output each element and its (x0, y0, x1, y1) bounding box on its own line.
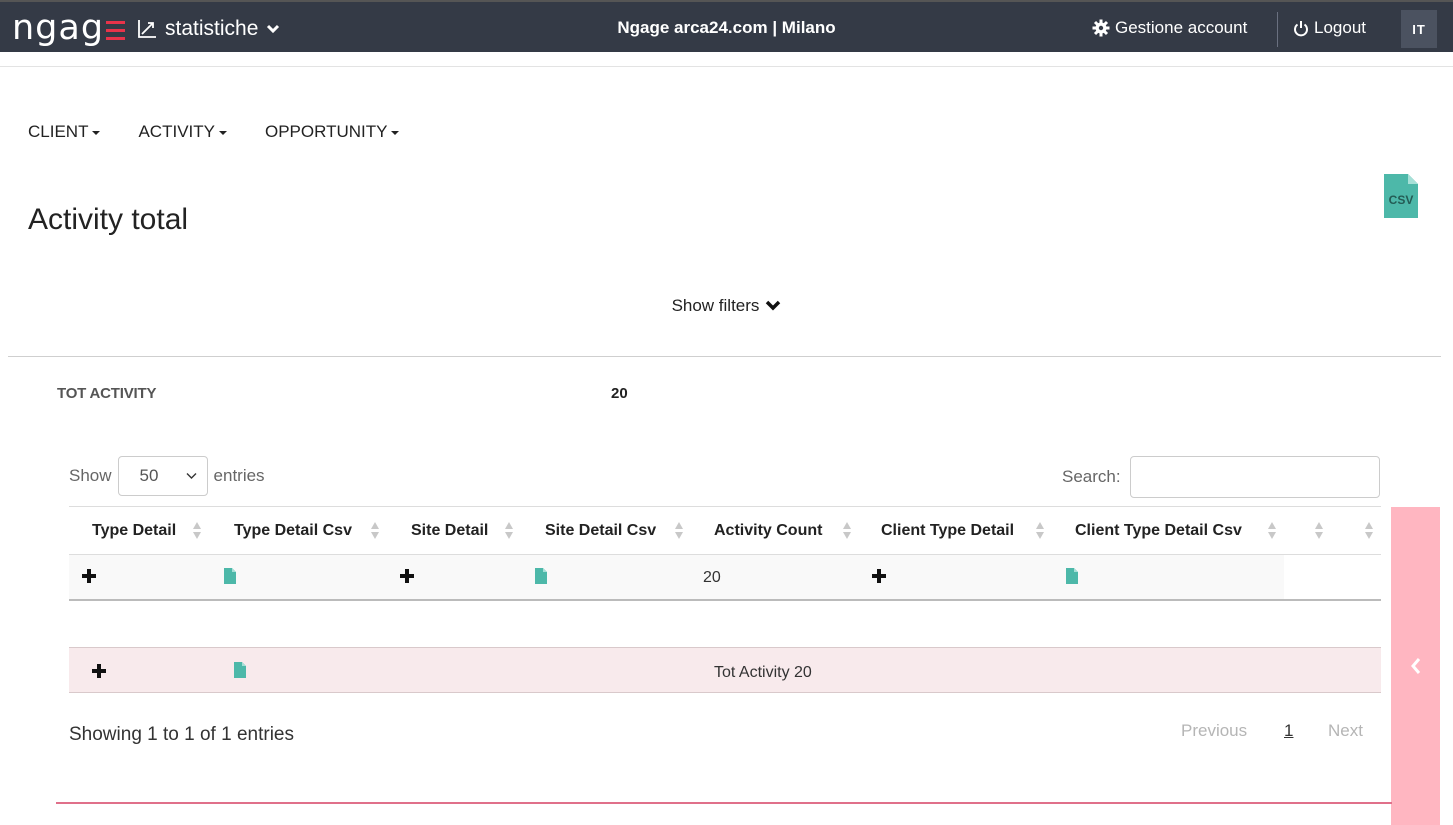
header-divider (0, 66, 1453, 67)
section-selector[interactable]: statistiche (137, 16, 280, 42)
caret-down-icon (218, 131, 227, 135)
account-button[interactable]: Gestione account (1092, 18, 1247, 38)
entries-select[interactable]: 50 (117, 456, 208, 496)
csv-export-icon[interactable]: CSV (1383, 173, 1419, 219)
sort-icon[interactable] (1036, 522, 1045, 540)
previous-page-button[interactable]: Previous (1181, 721, 1247, 741)
file-icon[interactable] (224, 568, 236, 584)
tot-activity-label: TOT ACTIVITY (57, 385, 157, 402)
chevron-down-icon (766, 300, 781, 311)
logout-button[interactable]: Logout (1293, 18, 1366, 38)
stats-menu: CLIENT ACTIVITY OPPORTUNITY (28, 122, 400, 142)
show-filters-toggle[interactable]: Show filters (672, 296, 782, 316)
col-activity-count[interactable]: Activity Count (714, 507, 822, 554)
expand-plus-icon[interactable] (400, 569, 414, 583)
top-navbar: ngag statistiche Ngage arca24.com | Mila… (0, 0, 1453, 52)
sort-icon[interactable] (193, 522, 202, 540)
sort-icon[interactable] (1315, 522, 1324, 540)
menu-opportunity-label: OPPORTUNITY (264, 122, 388, 141)
sort-icon[interactable] (675, 522, 684, 540)
table-row: 20 (69, 555, 1284, 600)
navbar-divider (1277, 12, 1278, 47)
entries-length-control: Show 50 entries (69, 456, 265, 496)
table-search: Search: (1062, 456, 1380, 498)
search-label: Search: (1062, 467, 1121, 486)
file-icon[interactable] (234, 662, 246, 678)
expand-plus-icon[interactable] (92, 664, 106, 678)
show-filters-label: Show filters (671, 296, 760, 315)
csv-icon-label: CSV (1389, 193, 1414, 207)
show-label: Show (69, 466, 112, 485)
logout-label: Logout (1314, 18, 1366, 37)
activity-count-cell: 20 (703, 569, 721, 586)
col-type-detail-csv[interactable]: Type Detail Csv (234, 507, 352, 554)
file-icon[interactable] (535, 568, 547, 584)
menu-activity-label: ACTIVITY (138, 122, 215, 141)
expand-plus-icon[interactable] (82, 569, 96, 583)
sort-icon[interactable] (371, 522, 380, 540)
menu-activity[interactable]: ACTIVITY (138, 122, 227, 142)
table-header: Type Detail Type Detail Csv Site Detail … (69, 506, 1381, 555)
sort-icon[interactable] (505, 522, 514, 540)
menu-opportunity[interactable]: OPPORTUNITY (264, 122, 400, 142)
logo-e-mark (106, 19, 126, 41)
col-client-type-detail-csv[interactable]: Client Type Detail Csv (1075, 507, 1242, 554)
side-panel-toggle[interactable] (1391, 507, 1440, 825)
logo-text: ngag (12, 8, 105, 48)
entries-label: entries (213, 466, 265, 485)
caret-down-icon (92, 131, 101, 135)
tot-activity-value: 20 (611, 385, 628, 402)
menu-client[interactable]: CLIENT (28, 122, 101, 142)
menu-client-label: CLIENT (28, 122, 89, 141)
company-title: Ngage arca24.com | Milano (617, 18, 836, 37)
col-type-detail[interactable]: Type Detail (92, 507, 176, 554)
account-label: Gestione account (1115, 18, 1248, 37)
table-body-divider (69, 599, 1381, 601)
chevron-down-icon (186, 473, 197, 479)
activity-table: Type Detail Type Detail Csv Site Detail … (69, 506, 1381, 601)
col-site-detail[interactable]: Site Detail (411, 507, 488, 554)
section-divider (8, 356, 1441, 357)
language-selector[interactable]: IT (1401, 10, 1437, 48)
chevron-down-icon (267, 24, 280, 34)
page-title: Activity total (28, 203, 189, 236)
next-page-button[interactable]: Next (1328, 721, 1363, 741)
power-icon (1294, 20, 1308, 36)
gear-icon (1092, 19, 1110, 37)
sort-icon[interactable] (843, 522, 852, 540)
table-footer-row: Tot Activity 20 (69, 647, 1381, 693)
file-icon[interactable] (1066, 568, 1078, 584)
caret-down-icon (391, 131, 400, 135)
col-client-type-detail[interactable]: Client Type Detail (881, 507, 1014, 554)
chart-line-icon (138, 20, 156, 38)
sort-icon[interactable] (1268, 522, 1277, 540)
chevron-left-icon (1410, 658, 1420, 674)
search-input[interactable] (1129, 456, 1380, 498)
section-label: statistiche (165, 17, 259, 40)
col-site-detail-csv[interactable]: Site Detail Csv (545, 507, 656, 554)
footer-total-text: Tot Activity 20 (714, 664, 812, 681)
entries-select-value: 50 (139, 466, 159, 485)
expand-plus-icon[interactable] (872, 569, 886, 583)
bottom-divider (56, 802, 1392, 804)
page-1-button[interactable]: 1 (1284, 721, 1293, 741)
table-info: Showing 1 to 1 of 1 entries (69, 724, 294, 745)
sort-icon[interactable] (1365, 522, 1374, 540)
ngage-logo[interactable]: ngag (12, 8, 126, 48)
